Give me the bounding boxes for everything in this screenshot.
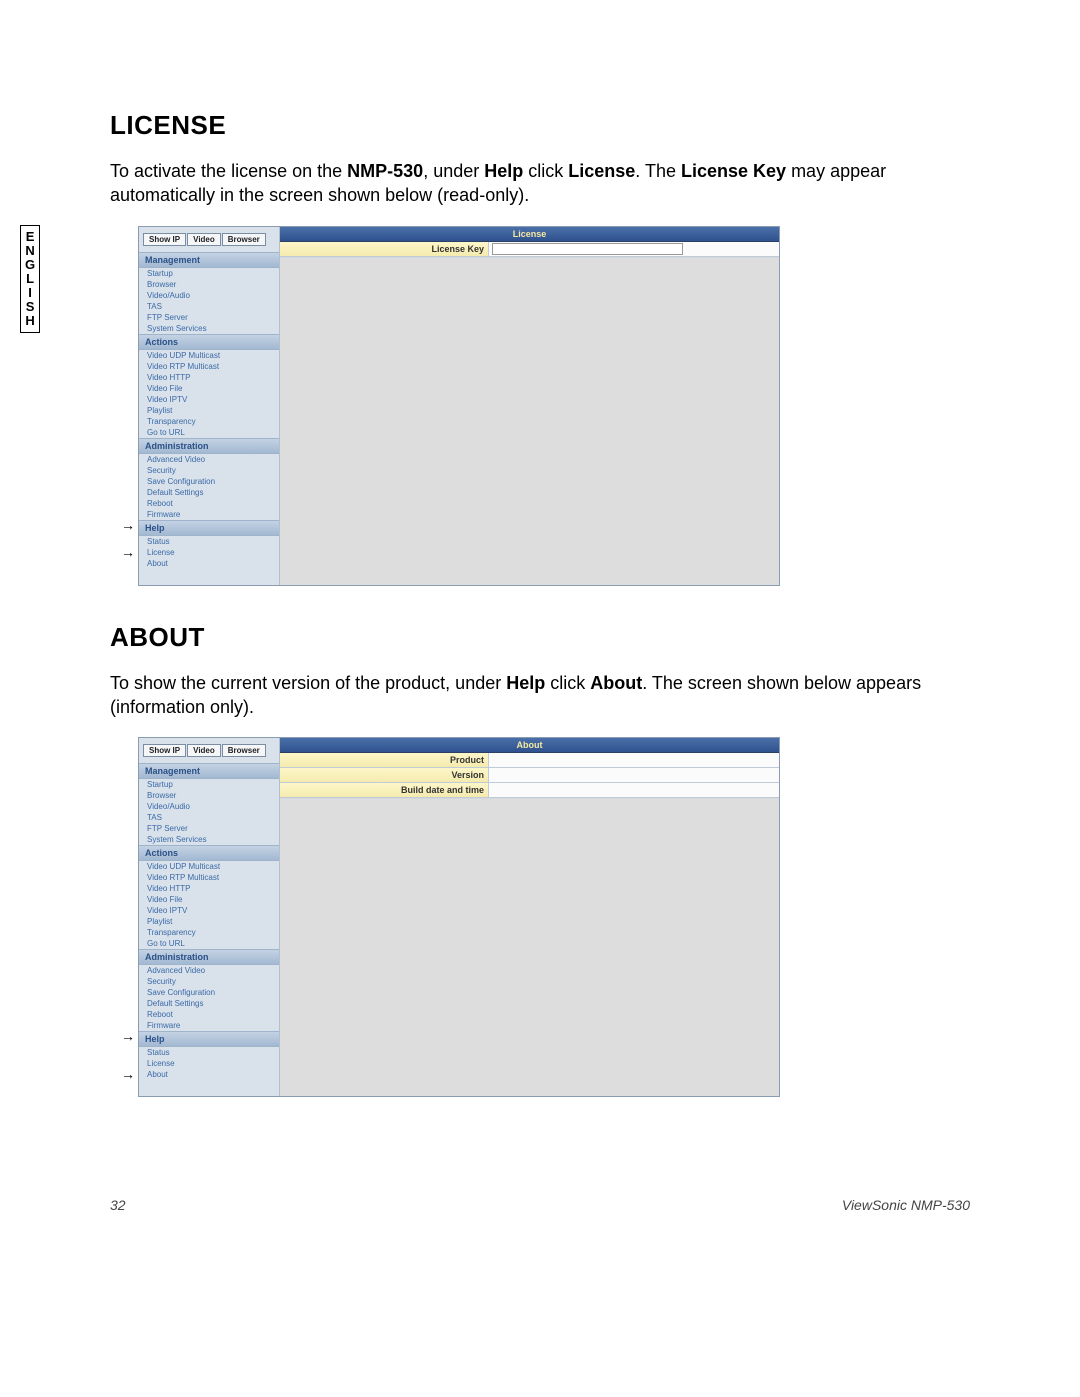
nav-item[interactable]: Video IPTV xyxy=(139,905,279,916)
nav-item[interactable]: Browser xyxy=(139,279,279,290)
nav-item[interactable]: Video HTTP xyxy=(139,372,279,383)
nav-header: Help xyxy=(139,520,279,536)
nav-item[interactable]: Default Settings xyxy=(139,998,279,1009)
content-title: License xyxy=(280,227,779,242)
nav-item[interactable]: Reboot xyxy=(139,1009,279,1020)
field-row: Build date and time xyxy=(280,783,779,798)
nav-item[interactable]: Status xyxy=(139,536,279,547)
nav-item[interactable]: Status xyxy=(139,1047,279,1058)
field-value xyxy=(489,783,779,797)
nav-item[interactable]: Startup xyxy=(139,268,279,279)
nav-header: Management xyxy=(139,252,279,268)
nav-item[interactable]: Video IPTV xyxy=(139,394,279,405)
nav-item[interactable]: Security xyxy=(139,465,279,476)
nav-item[interactable]: TAS xyxy=(139,301,279,312)
nav-header: Actions xyxy=(139,334,279,350)
nav-item[interactable]: FTP Server xyxy=(139,312,279,323)
nav-item[interactable]: Save Configuration xyxy=(139,476,279,487)
nav-item[interactable]: Firmware xyxy=(139,509,279,520)
para-license: To activate the license on the NMP-530, … xyxy=(110,159,970,208)
heading-license: LICENSE xyxy=(110,110,970,141)
nav-item[interactable]: Advanced Video xyxy=(139,454,279,465)
nav-item[interactable]: Video File xyxy=(139,383,279,394)
toolbar-button[interactable]: Browser xyxy=(222,233,266,246)
nav-item[interactable]: Default Settings xyxy=(139,487,279,498)
screenshot-license: Show IPVideoBrowserManagementStartupBrow… xyxy=(138,226,780,586)
nav-item[interactable]: Playlist xyxy=(139,405,279,416)
toolbar-button[interactable]: Browser xyxy=(222,744,266,757)
nav-item[interactable]: Browser xyxy=(139,790,279,801)
nav-item[interactable]: Playlist xyxy=(139,916,279,927)
field-label: License Key xyxy=(280,242,489,256)
para-about: To show the current version of the produ… xyxy=(110,671,970,720)
license-key-input[interactable] xyxy=(492,243,683,255)
field-label: Version xyxy=(280,768,489,782)
nav-item[interactable]: Go to URL xyxy=(139,427,279,438)
nav-header: Actions xyxy=(139,845,279,861)
toolbar-button[interactable]: Video xyxy=(187,233,221,246)
nav-item[interactable]: Video RTP Multicast xyxy=(139,361,279,372)
nav-item[interactable]: Go to URL xyxy=(139,938,279,949)
nav-item[interactable]: Video RTP Multicast xyxy=(139,872,279,883)
page-footer: 32 ViewSonic NMP-530 xyxy=(110,1197,970,1213)
nav-header: Help xyxy=(139,1031,279,1047)
content-title: About xyxy=(280,738,779,753)
nav-item[interactable]: License xyxy=(139,547,279,558)
nav-header: Administration xyxy=(139,949,279,965)
nav-item[interactable]: Startup xyxy=(139,779,279,790)
nav-header: Administration xyxy=(139,438,279,454)
nav-item[interactable]: About xyxy=(139,558,279,569)
page-number: 32 xyxy=(110,1197,126,1213)
nav-item[interactable]: FTP Server xyxy=(139,823,279,834)
toolbar-button[interactable]: Show IP xyxy=(143,744,186,757)
product-name: ViewSonic NMP-530 xyxy=(842,1197,970,1213)
toolbar-button[interactable]: Show IP xyxy=(143,233,186,246)
nav-item[interactable]: Security xyxy=(139,976,279,987)
field-row: Product xyxy=(280,753,779,768)
nav-item[interactable]: Save Configuration xyxy=(139,987,279,998)
nav-item[interactable]: Video File xyxy=(139,894,279,905)
pointer-arrow-icon: → xyxy=(121,520,135,530)
field-value xyxy=(489,753,779,767)
nav-item[interactable]: System Services xyxy=(139,834,279,845)
pointer-arrow-icon: → xyxy=(121,547,135,557)
pointer-arrow-icon: → xyxy=(121,1069,135,1079)
nav-item[interactable]: Video HTTP xyxy=(139,883,279,894)
nav-item[interactable]: TAS xyxy=(139,812,279,823)
nav-item[interactable]: Video UDP Multicast xyxy=(139,350,279,361)
toolbar-button[interactable]: Video xyxy=(187,744,221,757)
screenshot-about: Show IPVideoBrowserManagementStartupBrow… xyxy=(138,737,780,1097)
heading-about: ABOUT xyxy=(110,622,970,653)
nav-item[interactable]: System Services xyxy=(139,323,279,334)
field-value xyxy=(489,242,779,256)
nav-item[interactable]: Advanced Video xyxy=(139,965,279,976)
field-label: Build date and time xyxy=(280,783,489,797)
field-value xyxy=(489,768,779,782)
field-row: License Key xyxy=(280,242,779,257)
field-row: Version xyxy=(280,768,779,783)
nav-header: Management xyxy=(139,763,279,779)
nav-item[interactable]: Reboot xyxy=(139,498,279,509)
field-label: Product xyxy=(280,753,489,767)
nav-item[interactable]: Transparency xyxy=(139,927,279,938)
nav-item[interactable]: Video UDP Multicast xyxy=(139,861,279,872)
nav-item[interactable]: Video/Audio xyxy=(139,801,279,812)
pointer-arrow-icon: → xyxy=(121,1031,135,1041)
nav-item[interactable]: About xyxy=(139,1069,279,1080)
nav-item[interactable]: Firmware xyxy=(139,1020,279,1031)
nav-item[interactable]: License xyxy=(139,1058,279,1069)
nav-item[interactable]: Transparency xyxy=(139,416,279,427)
language-tab: ENGLISH xyxy=(20,225,40,333)
nav-item[interactable]: Video/Audio xyxy=(139,290,279,301)
